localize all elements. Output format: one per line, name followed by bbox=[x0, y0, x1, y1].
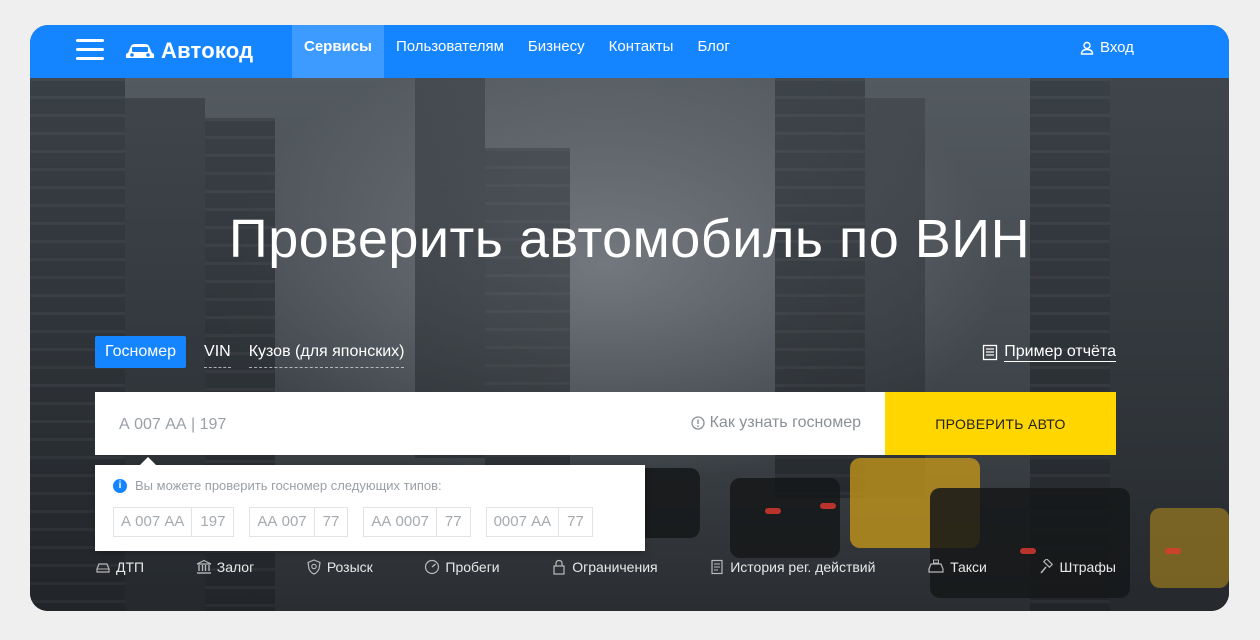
speedometer-icon bbox=[425, 559, 440, 575]
nav-contacts[interactable]: Контакты bbox=[597, 25, 686, 78]
info-icon: i bbox=[113, 478, 127, 493]
nav-blog[interactable]: Блог bbox=[685, 25, 741, 78]
service-label: Ограничения bbox=[572, 559, 658, 575]
service-mileage[interactable]: Пробеги bbox=[424, 559, 500, 575]
service-accidents[interactable]: ДТП bbox=[95, 559, 144, 575]
service-label: История рег. действий bbox=[730, 559, 876, 575]
gavel-icon bbox=[1039, 559, 1053, 574]
how-to-find-label: Как узнать госномер bbox=[709, 414, 861, 431]
how-to-find-link[interactable]: Как узнать госномер bbox=[690, 414, 861, 432]
tab-plate[interactable]: Госномер bbox=[95, 336, 187, 368]
nav-services[interactable]: Сервисы bbox=[292, 25, 384, 78]
plate-example[interactable]: АА 007 77 bbox=[249, 507, 349, 537]
plate-region: 77 bbox=[313, 508, 348, 536]
service-taxi[interactable]: Такси bbox=[927, 559, 987, 575]
sample-report-link[interactable]: Пример отчёта bbox=[982, 343, 1116, 362]
service-restrictions[interactable]: Ограничения bbox=[551, 559, 658, 575]
service-label: Розыск bbox=[326, 559, 373, 575]
search-box: Как узнать госномер bbox=[95, 392, 885, 457]
help-icon bbox=[690, 416, 705, 430]
car-logo-icon bbox=[126, 44, 154, 58]
taxi-icon bbox=[928, 559, 944, 573]
car-crash-icon bbox=[96, 563, 110, 573]
plate-number: А 007 АА bbox=[121, 513, 185, 530]
document-icon bbox=[711, 559, 723, 575]
brand-logo[interactable]: Автокод bbox=[125, 34, 253, 68]
service-pledge[interactable]: Залог bbox=[196, 559, 254, 575]
plate-example[interactable]: А 007 АА 197 bbox=[113, 507, 235, 537]
service-label: Такси bbox=[950, 559, 987, 575]
plate-number: АА 007 bbox=[257, 513, 307, 530]
plate-examples: А 007 АА 197 АА 007 77 АА 0007 77 0007 А… bbox=[113, 507, 593, 537]
bank-icon bbox=[196, 559, 212, 574]
service-fines[interactable]: Штрафы bbox=[1039, 559, 1116, 575]
tab-vin[interactable]: VIN bbox=[204, 337, 231, 368]
plate-region: 77 bbox=[435, 508, 470, 536]
lock-icon bbox=[553, 559, 565, 575]
plate-region: 77 bbox=[558, 508, 592, 536]
service-reg-history[interactable]: История рег. действий bbox=[709, 559, 875, 575]
login-label: Вход bbox=[1100, 39, 1134, 56]
services-list: ДТП Залог Розыск Пробеги Ограничения Ист… bbox=[95, 559, 1116, 575]
plate-input[interactable] bbox=[117, 392, 541, 457]
search-type-tabs: Госномер VIN Кузов (для японских) bbox=[95, 336, 422, 368]
sample-report-label: Пример отчёта bbox=[1004, 343, 1116, 362]
plate-number: АА 0007 bbox=[371, 513, 429, 530]
hint-title: Вы можете проверить госномер следующих т… bbox=[135, 478, 442, 493]
page-title: Проверить автомобиль по ВИН bbox=[228, 209, 1031, 269]
plate-number: 0007 АА bbox=[493, 513, 552, 530]
nav-business[interactable]: Бизнесу bbox=[516, 25, 597, 78]
service-label: ДТП bbox=[116, 559, 145, 575]
user-icon bbox=[1080, 41, 1094, 55]
tab-body[interactable]: Кузов (для японских) bbox=[248, 337, 405, 368]
brand-name: Автокод bbox=[161, 38, 254, 63]
login-button[interactable]: Вход bbox=[1080, 39, 1134, 56]
service-wanted[interactable]: Розыск bbox=[306, 559, 373, 575]
page-frame: Автокод Сервисы Пользователям Бизнесу Ко… bbox=[30, 25, 1229, 611]
nav-users[interactable]: Пользователям bbox=[384, 25, 516, 78]
service-label: Штрафы bbox=[1059, 559, 1116, 575]
plate-region: 197 bbox=[191, 508, 233, 536]
check-car-button[interactable]: ПРОВЕРИТЬ АВТО bbox=[885, 392, 1116, 455]
hint-header: i Вы можете проверить госномер следующих… bbox=[113, 478, 442, 493]
main-nav: Сервисы Пользователям Бизнесу Контакты Б… bbox=[292, 25, 742, 78]
menu-icon[interactable] bbox=[76, 39, 104, 61]
badge-icon bbox=[307, 559, 321, 575]
plate-example[interactable]: АА 0007 77 bbox=[363, 507, 471, 537]
report-icon bbox=[983, 344, 998, 361]
plate-example[interactable]: 0007 АА 77 bbox=[485, 507, 593, 537]
service-label: Пробеги bbox=[445, 559, 500, 575]
plate-types-hint: i Вы можете проверить госномер следующих… bbox=[95, 457, 645, 551]
top-navbar: Автокод Сервисы Пользователям Бизнесу Ко… bbox=[30, 25, 1229, 78]
service-label: Залог bbox=[216, 559, 255, 575]
